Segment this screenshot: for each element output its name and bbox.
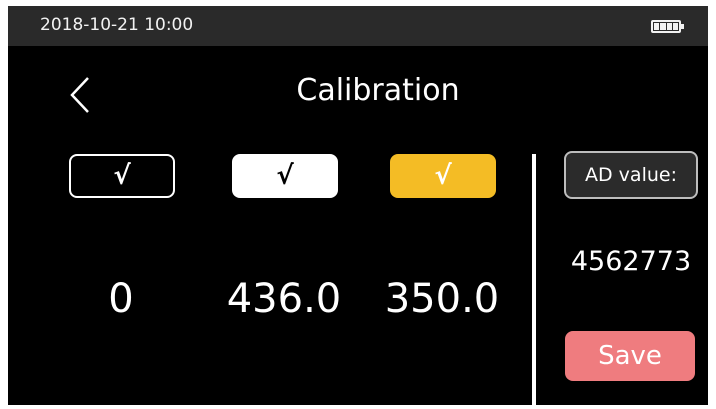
page-title: Calibration xyxy=(296,73,460,108)
battery-full-icon xyxy=(651,20,684,33)
divider xyxy=(532,154,536,405)
point-1-check-button[interactable]: √ xyxy=(69,154,175,198)
point-2-check-button[interactable]: √ xyxy=(232,154,338,198)
chevron-left-icon xyxy=(70,77,89,113)
point-2-value: 436.0 xyxy=(226,276,342,322)
point-3-check-button[interactable]: √ xyxy=(390,154,496,198)
status-bar: 2018-10-21 10:00 xyxy=(8,6,708,46)
save-button[interactable]: Save xyxy=(565,331,695,381)
back-button[interactable] xyxy=(64,74,100,116)
calibration-screen: 2018-10-21 10:00 Calibration √ √ √ 0 436… xyxy=(8,6,708,405)
ad-value-label: AD value: xyxy=(564,151,698,199)
datetime: 2018-10-21 10:00 xyxy=(40,15,194,35)
ad-value-readout: 4562773 xyxy=(570,246,692,277)
point-3-value: 350.0 xyxy=(384,276,500,322)
point-1-value: 0 xyxy=(108,276,134,322)
